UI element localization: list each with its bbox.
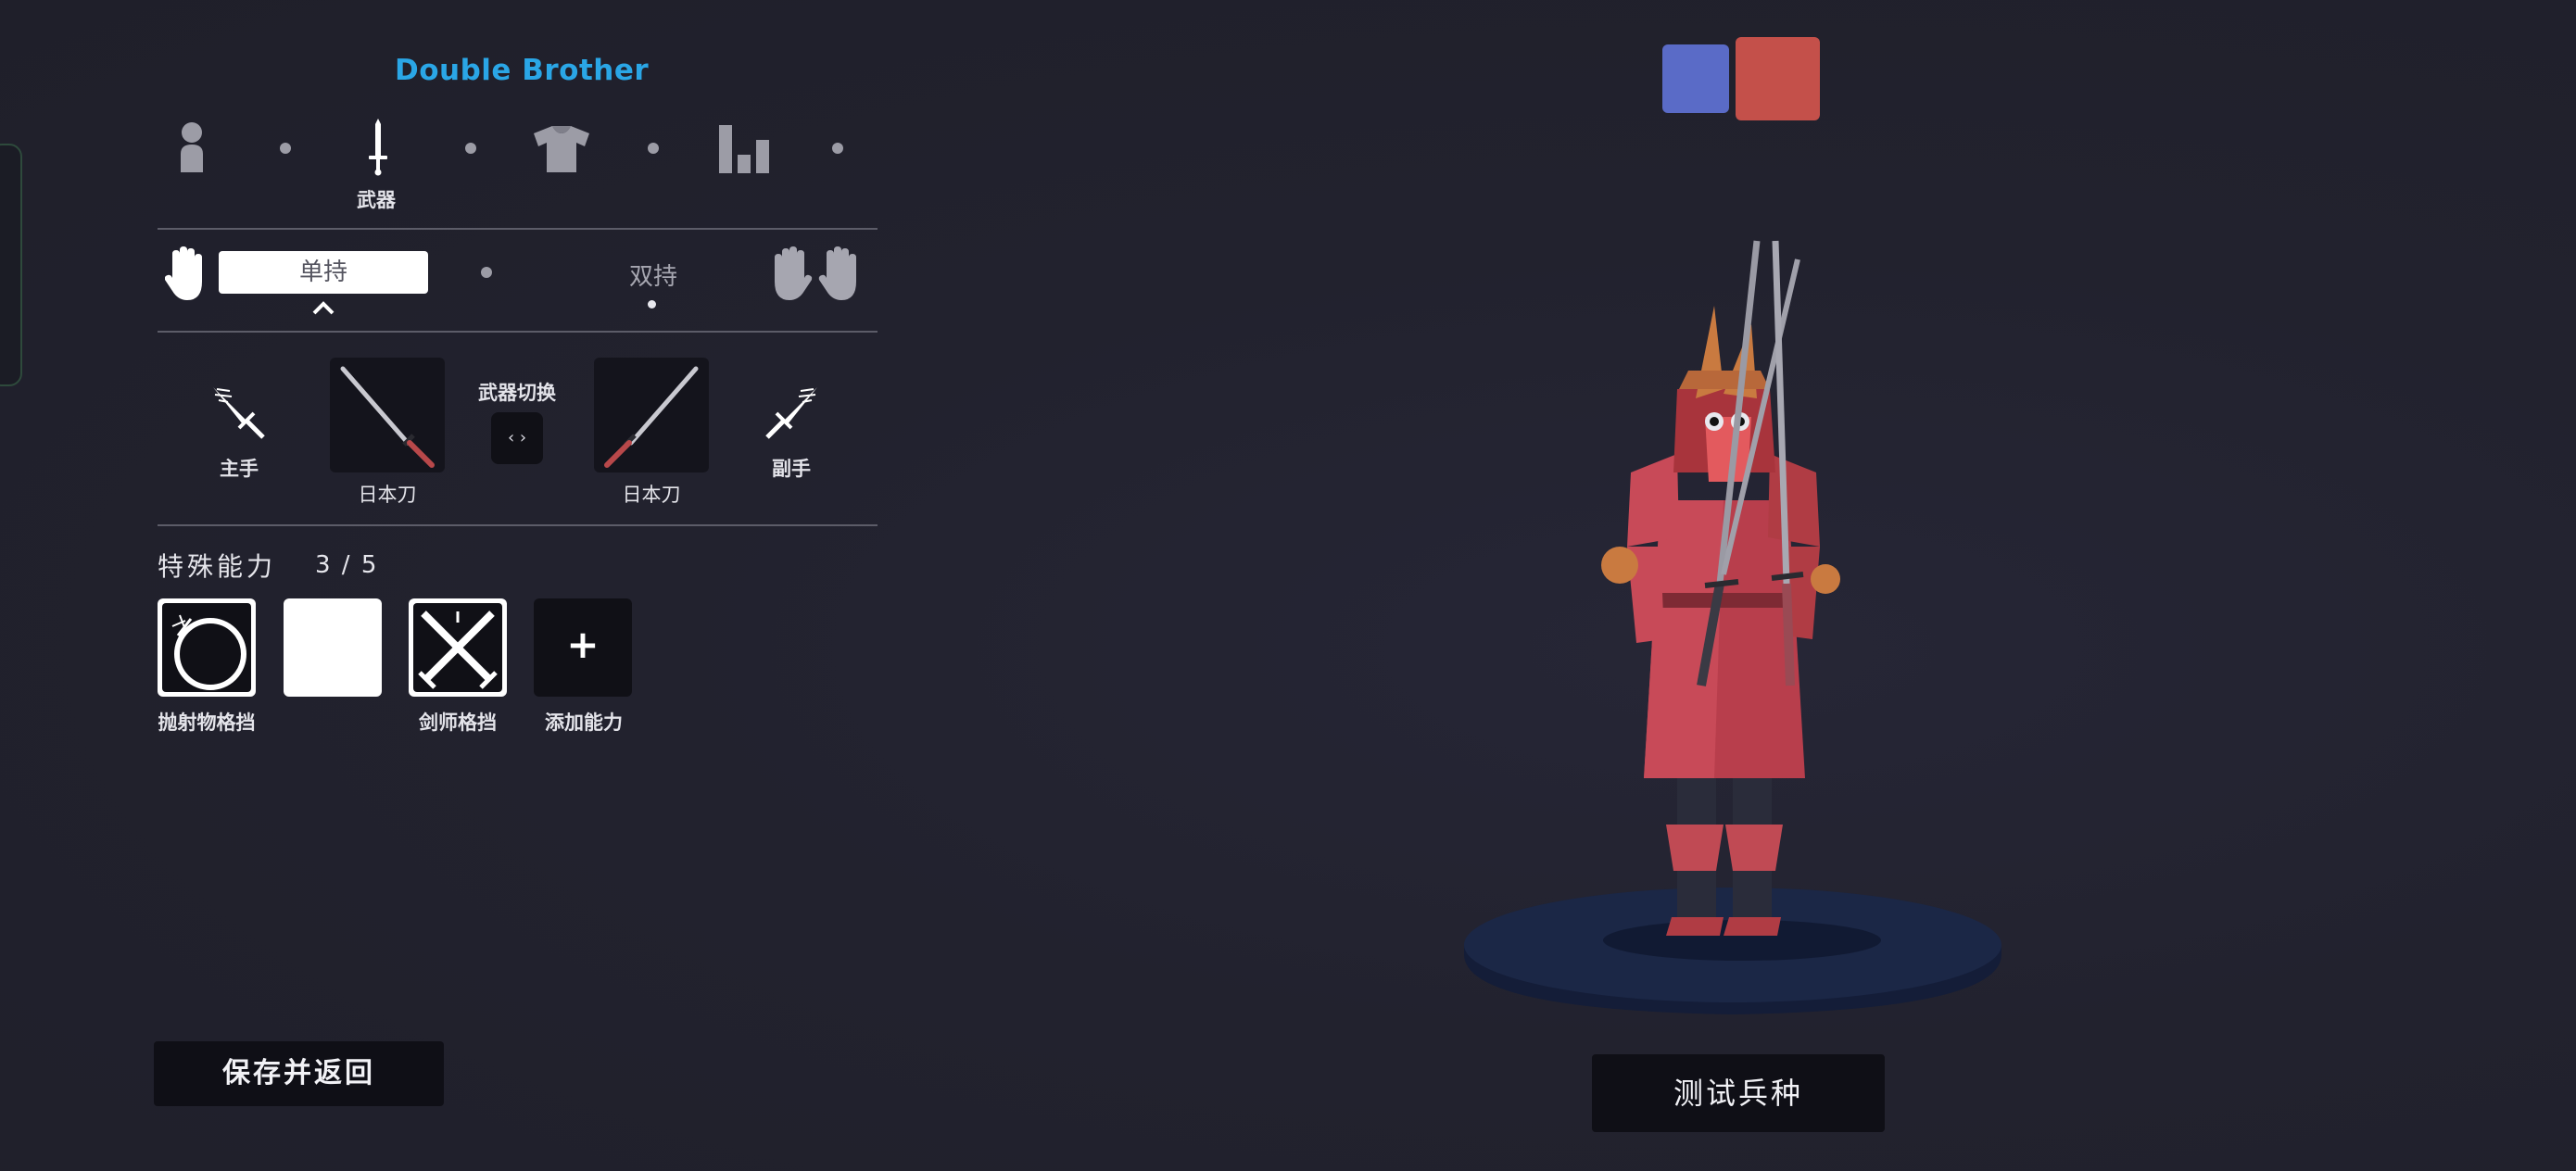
step-label-weapons: 武器 [357, 189, 396, 211]
single-hand-icon[interactable] [164, 246, 209, 300]
dual-grip-indicator [648, 300, 656, 308]
body-icon[interactable] [176, 120, 208, 172]
divider [158, 228, 878, 230]
weapon-swap-label: 武器切换 [478, 382, 556, 404]
dual-grip-button[interactable]: 双持 [593, 258, 713, 292]
save-and-return-button[interactable]: 保存并返回 [154, 1041, 444, 1106]
main-weapon-name: 日本刀 [358, 484, 417, 506]
swordmaster-parry-icon[interactable] [409, 598, 507, 697]
divider [158, 524, 878, 526]
abilities-count: 3 / 5 [315, 551, 379, 579]
unit-name: Double Brother [395, 54, 650, 87]
unit-preview [1446, 232, 2020, 1028]
step-separator [832, 143, 843, 154]
stats-icon[interactable] [719, 125, 773, 173]
weapon-swap-button[interactable]: ‹ › [491, 412, 543, 464]
main-hand-sword-icon[interactable] [209, 384, 269, 443]
off-hand-sword-icon[interactable] [762, 384, 821, 443]
grip-separator [481, 267, 492, 278]
step-separator [465, 143, 476, 154]
off-weapon-slot[interactable] [594, 358, 709, 472]
off-hand-label: 副手 [772, 458, 811, 480]
projectile-block-icon[interactable] [158, 598, 256, 697]
blank-ability-icon[interactable] [284, 598, 382, 697]
side-drawer-tab[interactable] [0, 144, 22, 386]
katana-icon [340, 366, 435, 468]
ability-label-add: 添加能力 [545, 711, 623, 734]
off-weapon-name: 日本刀 [622, 484, 681, 506]
team-red-swatch[interactable] [1736, 37, 1820, 120]
main-weapon-slot[interactable] [330, 358, 445, 472]
divider [158, 331, 878, 333]
test-unit-button[interactable]: 测试兵种 [1592, 1054, 1885, 1132]
team-blue-swatch[interactable] [1662, 44, 1729, 113]
step-separator [648, 143, 659, 154]
sword-icon[interactable] [367, 119, 389, 176]
katana-icon [604, 366, 699, 468]
plus-icon: + [566, 622, 600, 667]
chevron-up-icon [311, 300, 335, 315]
add-ability-button[interactable]: + [534, 598, 632, 697]
ability-label-swordmaster-parry: 剑师格挡 [419, 711, 497, 734]
abilities-title: 特殊能力 [158, 551, 277, 582]
main-hand-label: 主手 [220, 458, 259, 480]
shirt-icon[interactable] [534, 126, 589, 172]
step-separator [280, 143, 291, 154]
single-grip-button[interactable]: 单持 [219, 251, 428, 294]
ability-label-projectile-block: 抛射物格挡 [158, 711, 256, 734]
dual-hand-icon[interactable] [767, 246, 864, 300]
